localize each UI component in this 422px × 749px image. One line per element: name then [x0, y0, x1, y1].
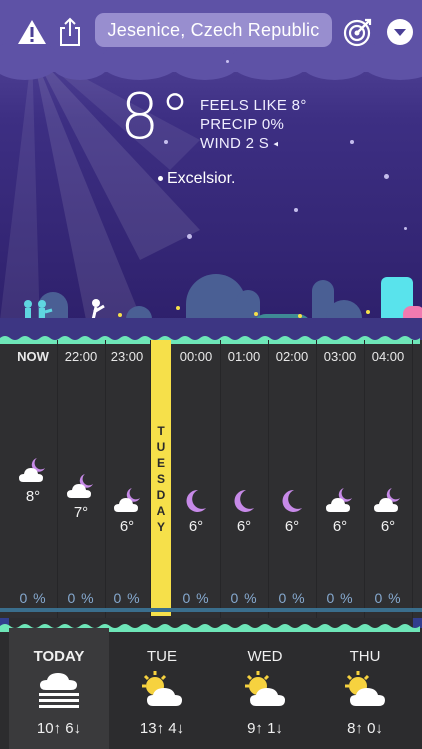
day-temp-range: 13↑ 4↓ [139, 720, 185, 737]
hour-temp: 6° [332, 518, 348, 535]
star [384, 174, 389, 179]
hour-column-0100[interactable]: 01:00 6° 0 % [220, 340, 269, 618]
day-name: TUE [147, 648, 177, 665]
day-divider-letter: Y [156, 520, 165, 534]
cloud-moon-icon [19, 458, 45, 482]
hour-time: 01:00 [227, 349, 261, 364]
day-column-wed[interactable]: WED 9↑ 1↓ [214, 628, 316, 749]
share-icon [60, 17, 80, 46]
weather-scene: Jesenice, Czech Republic 8° FEELS LIKE 8… [0, 0, 422, 340]
hour-precip: 0 % [374, 590, 402, 606]
hour-precip: 0 % [230, 590, 258, 606]
hour-precip: 0 % [182, 590, 210, 606]
moon-icon [282, 489, 302, 512]
day-temp-range: 9↑ 1↓ [247, 720, 283, 737]
hour-precip: 0 % [113, 590, 141, 606]
day-divider-tuesday: T U E S D A Y [151, 340, 171, 616]
day-column-tue[interactable]: TUE 13↑ 4↓ [111, 628, 213, 749]
hour-column-now[interactable]: NOW 8° 0 % [9, 340, 58, 618]
hour-temp: 6° [188, 518, 204, 535]
hour-time: NOW [17, 349, 49, 364]
star [294, 208, 298, 212]
hour-column-0000[interactable]: 00:00 6° 0 % [172, 340, 221, 618]
wind-label: WIND 2 S [200, 135, 270, 152]
day-temp-range: 10↑ 6↓ [36, 720, 82, 737]
day-name: TODAY [33, 648, 85, 665]
day-divider-letter: S [156, 472, 165, 486]
day-name: THU [349, 648, 381, 665]
warning-icon [18, 20, 46, 44]
daily-forecast[interactable]: TODAY 10↑ 6↓ TUE 13↑ 4↓ WED 9↑ 1↓ THU 8↑… [0, 624, 422, 749]
cloud-moon-icon [374, 488, 400, 512]
day-column-today[interactable]: TODAY 10↑ 6↓ [9, 628, 109, 749]
hour-temp: 7° [73, 504, 89, 521]
cloud-puff [230, 42, 310, 80]
hour-column-2200[interactable]: 22:00 7° 0 % [57, 340, 106, 618]
moon-icon [186, 489, 206, 512]
day-temp-range: 8↑ 0↓ [347, 720, 383, 737]
star [350, 140, 354, 144]
hour-column-2300[interactable]: 23:00 6° 0 % [104, 340, 151, 618]
menu-dropdown-button[interactable] [382, 14, 418, 50]
radar-button[interactable] [340, 14, 376, 50]
chevron-down-icon [387, 19, 413, 45]
wind-direction-icon: ◂ [273, 138, 279, 149]
hour-temp: 6° [236, 518, 252, 535]
hour-time: 04:00 [371, 349, 405, 364]
hour-column-0200[interactable]: 02:00 6° 0 % [268, 340, 317, 618]
tagline-text: Excelsior. [167, 170, 236, 187]
day-name: WED [247, 648, 283, 665]
star [404, 227, 407, 230]
cloud-moon-icon [326, 488, 352, 512]
share-button[interactable] [52, 14, 88, 50]
star [226, 60, 229, 63]
hour-time: 00:00 [179, 349, 213, 364]
hour-temp: 8° [25, 488, 41, 505]
hour-precip: 0 % [278, 590, 306, 606]
location-label: Jesenice, Czech Republic [107, 19, 320, 40]
precipitation: PRECIP 0% [200, 116, 285, 133]
alert-button[interactable] [14, 14, 50, 50]
wind: WIND 2 S ◂ [200, 135, 278, 152]
location-selector[interactable]: Jesenice, Czech Republic [95, 13, 332, 47]
moon-icon [234, 489, 254, 512]
hour-column-0400[interactable]: 04:00 6° 0 % [364, 340, 413, 618]
hour-precip: 0 % [67, 590, 95, 606]
hour-temp: 6° [380, 518, 396, 535]
partly-sunny-icon [142, 671, 182, 706]
hour-column-0300[interactable]: 03:00 6° 0 % [316, 340, 365, 618]
hour-column-next-partial[interactable] [412, 340, 422, 618]
star [158, 176, 163, 181]
cloud-moon-icon [67, 474, 93, 498]
hour-precip: 0 % [326, 590, 354, 606]
day-divider-letter: U [156, 440, 166, 454]
current-temperature: 8° [120, 80, 191, 153]
fog-cloud-icon [39, 673, 79, 708]
day-column-thu[interactable]: THU 8↑ 0↓ [317, 628, 413, 749]
day-divider-letter: D [156, 488, 166, 502]
partly-sunny-icon [245, 671, 285, 706]
hour-time: 02:00 [275, 349, 309, 364]
cloud-moon-icon [114, 488, 140, 512]
feels-like: FEELS LIKE 8° [200, 97, 307, 114]
hour-temp: 6° [119, 518, 135, 535]
star [187, 234, 192, 239]
precipitation-baseline [0, 608, 422, 612]
radar-target-icon [343, 18, 372, 47]
hour-time: 03:00 [323, 349, 357, 364]
hourly-forecast-strip[interactable]: NOW 8° 0 % 22:00 7° 0 % 23:00 6° 0 % T U… [0, 336, 422, 618]
day-divider-letter: E [156, 456, 165, 470]
hour-temp: 6° [284, 518, 300, 535]
cloud-puff [100, 42, 180, 80]
hour-time: 22:00 [64, 349, 98, 364]
hour-precip: 0 % [19, 590, 47, 606]
day-divider-letter: A [156, 504, 166, 518]
tagline: Excelsior. [158, 170, 236, 188]
day-divider-letter: T [157, 424, 165, 438]
hour-time: 23:00 [110, 349, 144, 364]
partly-sunny-icon [345, 671, 385, 706]
